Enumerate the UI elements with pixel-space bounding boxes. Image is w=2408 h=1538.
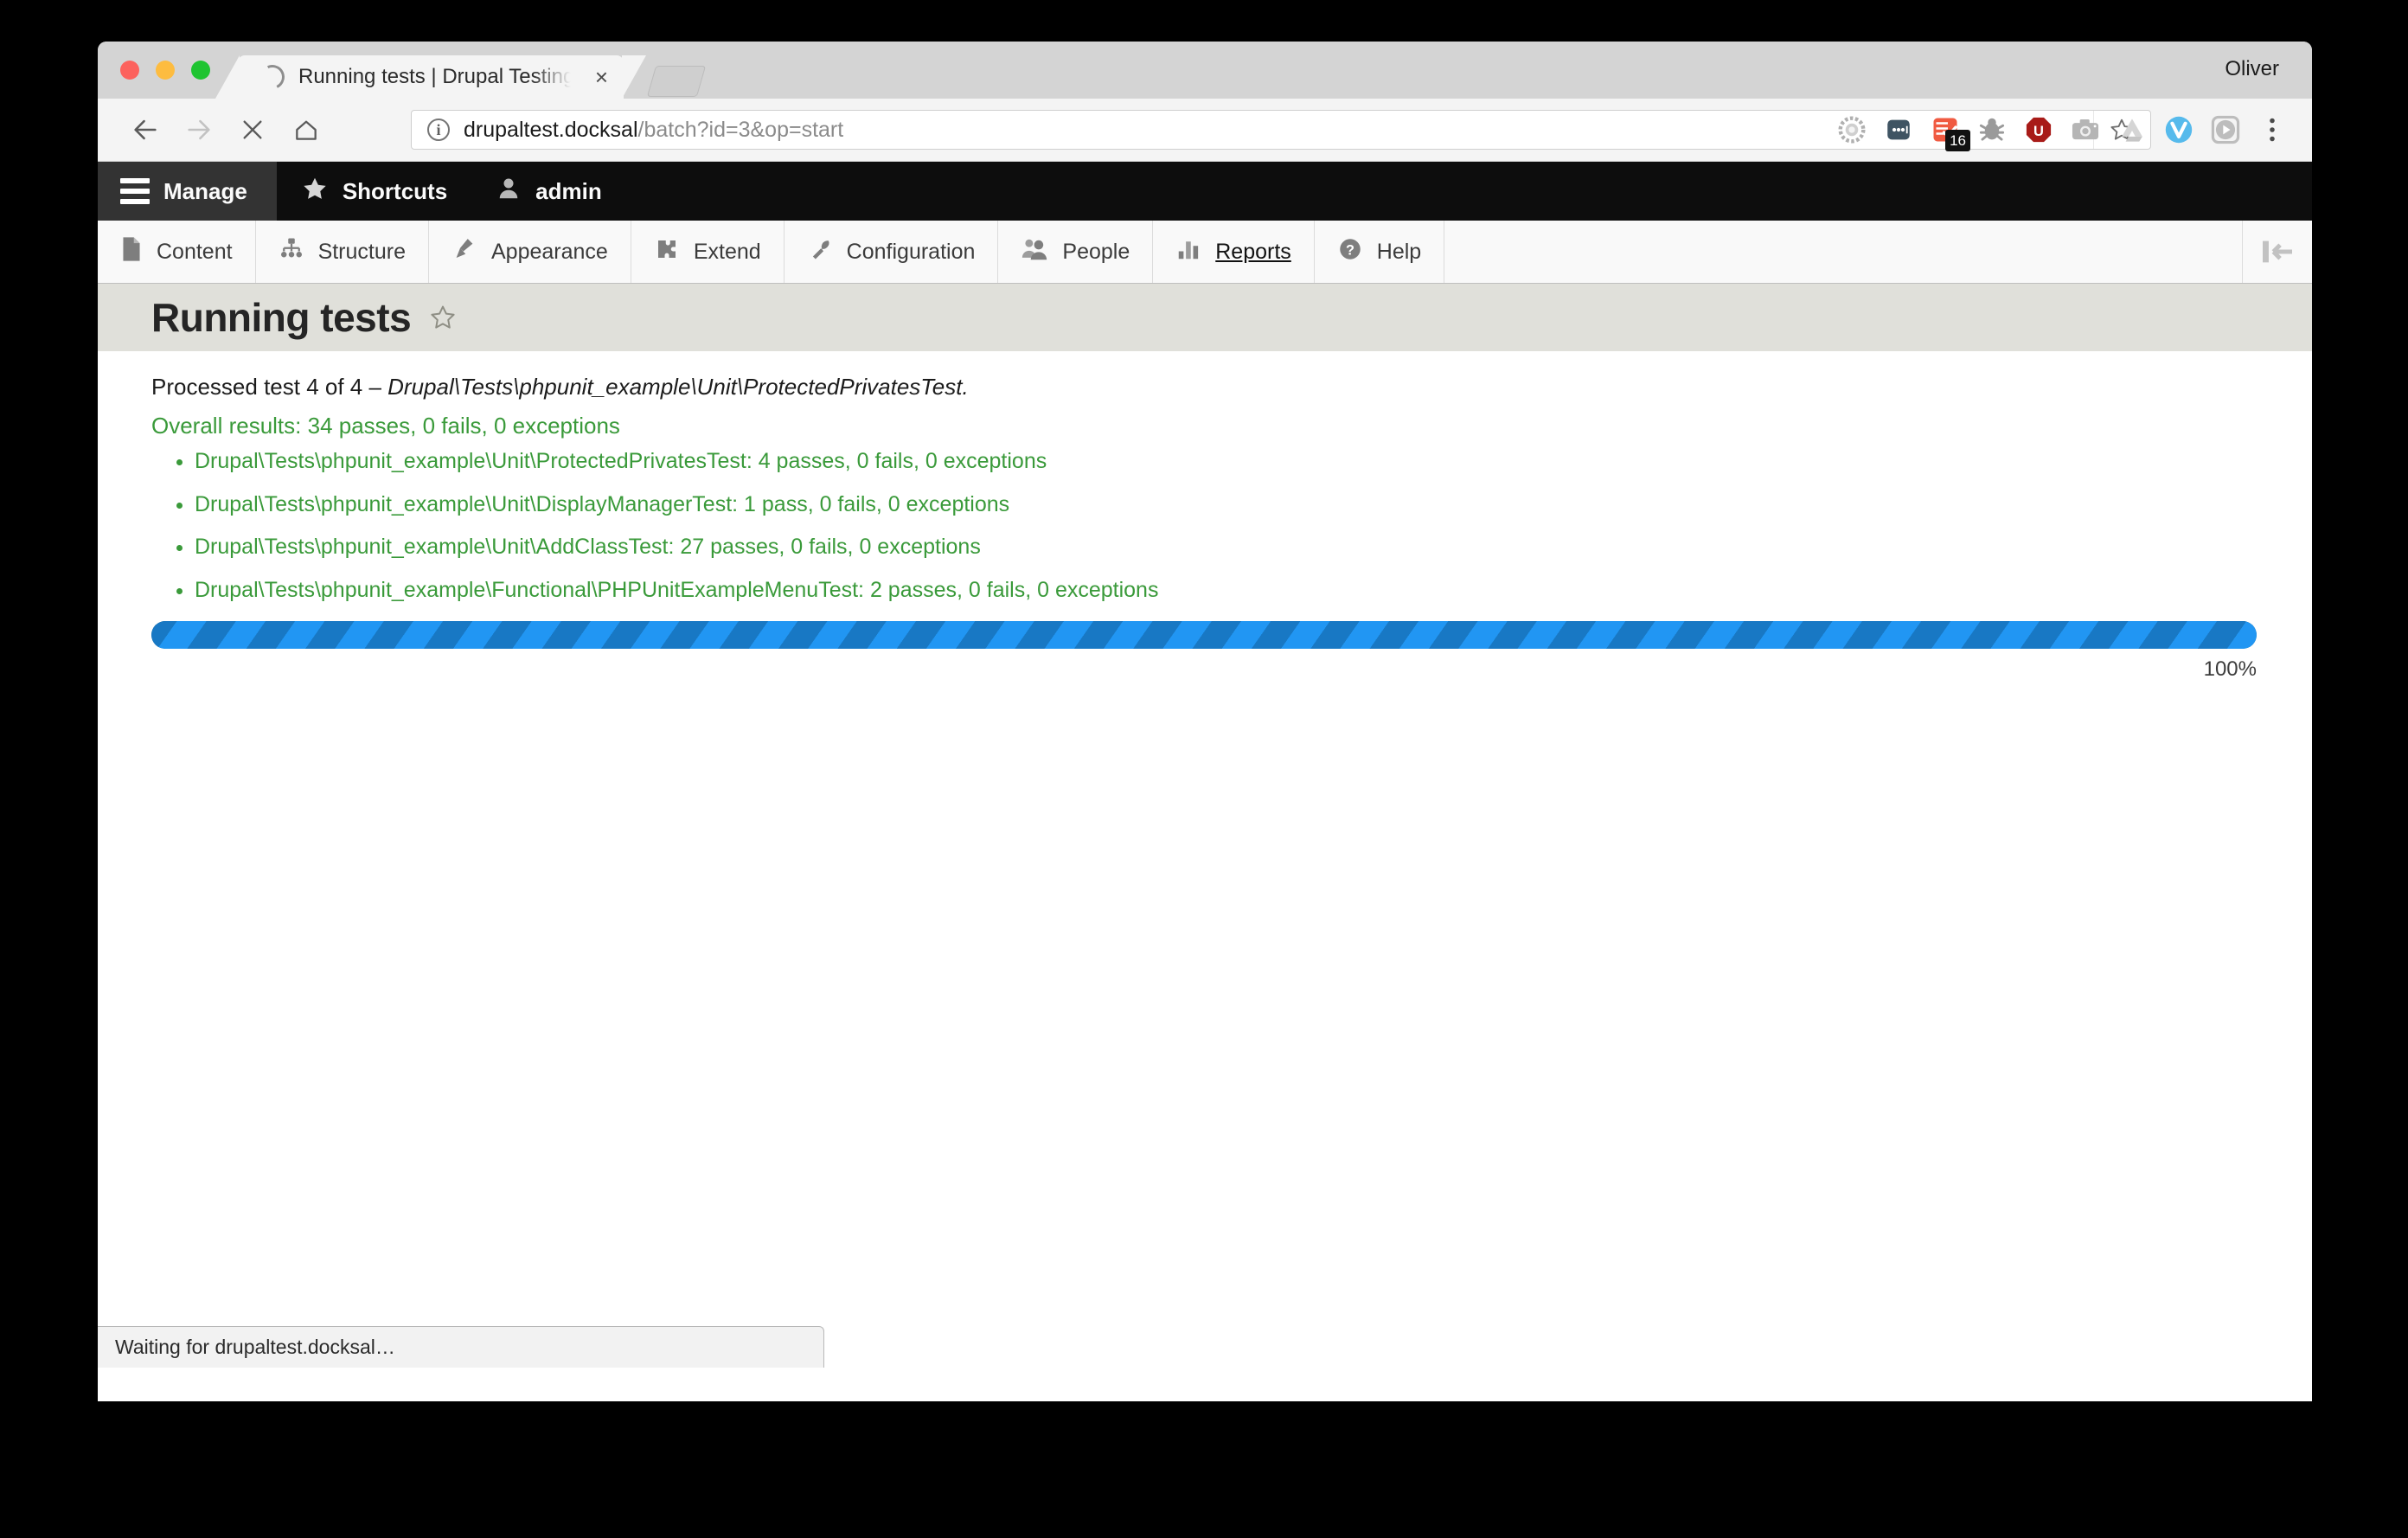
svg-text:U: U — [2033, 124, 2044, 139]
list-item: Drupal\Tests\phpunit_example\Functional\… — [195, 578, 2258, 603]
toolbar-item-account[interactable]: admin — [471, 162, 626, 221]
browser-toolbar: i drupaltest.docksal/batch?id=3&op=start… — [98, 99, 2312, 162]
list-item: Drupal\Tests\phpunit_example\Unit\Displa… — [195, 492, 2258, 517]
menu-item-configuration[interactable]: Configuration — [785, 221, 999, 283]
toolbar-shortcuts-label: Shortcuts — [342, 177, 448, 204]
forward-arrow-icon — [172, 103, 226, 157]
toolbar-account-label: admin — [535, 177, 602, 204]
user-icon — [496, 175, 522, 208]
configuration-wrench-icon — [807, 236, 833, 268]
dots-extension-icon[interactable] — [1880, 111, 1918, 149]
gear-extension-icon[interactable] — [1833, 111, 1871, 149]
address-bar-path: /batch?id=3&op=start — [637, 117, 844, 142]
window-controls — [120, 61, 210, 80]
menu-item-extend-label: Extend — [693, 239, 761, 264]
play-extension-icon[interactable] — [2206, 111, 2245, 149]
progress-bar: 100% — [151, 621, 2257, 682]
menu-item-structure-label: Structure — [317, 239, 406, 264]
appearance-brush-icon — [452, 236, 477, 268]
browser-window: Running tests | Drupal Testing × Oliver … — [98, 42, 2312, 1401]
page-title: Running tests — [151, 295, 412, 340]
back-arrow-icon[interactable] — [118, 103, 172, 157]
new-tab-button[interactable] — [646, 66, 707, 97]
processed-test-class: Drupal\Tests\phpunit_example\Unit\Protec… — [387, 374, 969, 400]
close-window-button[interactable] — [120, 61, 139, 80]
extension-toolbar: 16 U — [1833, 99, 2291, 161]
browser-tab-active[interactable]: Running tests | Drupal Testing × — [215, 55, 646, 99]
v-extension-icon[interactable] — [2160, 111, 2198, 149]
overall-results: Overall results: 34 passes, 0 fails, 0 e… — [151, 413, 620, 439]
bug-extension-icon[interactable] — [1973, 111, 2011, 149]
list-item: Drupal\Tests\phpunit_example\Unit\AddCla… — [195, 535, 2258, 560]
progress-bar-fill — [151, 621, 2257, 649]
reports-bars-icon — [1175, 236, 1201, 268]
menu-item-help[interactable]: ? Help — [1315, 221, 1445, 283]
camera-extension-icon[interactable] — [2066, 111, 2104, 149]
browser-profile-name[interactable]: Oliver — [2225, 57, 2279, 81]
ublock-extension-icon[interactable]: U — [2020, 111, 2058, 149]
stop-x-icon[interactable] — [226, 103, 279, 157]
toolbar-item-manage[interactable]: Manage — [98, 162, 277, 221]
processed-test-status: Processed test 4 of 4 – Drupal\Tests\php… — [151, 374, 2258, 401]
chrome-menu-icon[interactable] — [2253, 111, 2291, 149]
menu-item-extend[interactable]: Extend — [631, 221, 785, 283]
menu-item-content[interactable]: Content — [98, 221, 256, 283]
drupal-admin-toolbar: Manage Shortcuts admin — [98, 162, 2312, 221]
menu-item-appearance[interactable]: Appearance — [429, 221, 631, 283]
test-results-list: Drupal\Tests\phpunit_example\Unit\Protec… — [158, 449, 2258, 603]
home-icon[interactable] — [279, 103, 333, 157]
list-item: Drupal\Tests\phpunit_example\Unit\Protec… — [195, 449, 2258, 474]
browser-status-bubble: Waiting for drupaltest.docksal… — [98, 1326, 824, 1368]
toolbar-manage-label: Manage — [163, 177, 247, 204]
menu-item-reports[interactable]: Reports — [1153, 221, 1315, 283]
progress-percent-label: 100% — [2203, 657, 2257, 681]
extend-puzzle-icon — [654, 236, 680, 268]
info-circle-icon[interactable]: i — [427, 119, 450, 141]
toolbar-item-shortcuts[interactable]: Shortcuts — [277, 162, 471, 221]
address-bar-url: drupaltest.docksal/batch?id=3&op=start — [464, 118, 843, 143]
navigation-buttons — [118, 99, 333, 161]
content-page-icon — [120, 236, 143, 268]
menu-item-appearance-label: Appearance — [491, 239, 608, 264]
menu-item-people[interactable]: People — [998, 221, 1154, 283]
svg-text:?: ? — [1346, 242, 1354, 258]
page-content: Processed test 4 of 4 – Drupal\Tests\php… — [98, 351, 2312, 1368]
checklist-extension-icon[interactable]: 16 — [1926, 111, 1970, 151]
page-star-outline-icon[interactable] — [428, 303, 458, 332]
address-bar-host: drupaltest.docksal — [464, 117, 638, 142]
menu-item-structure[interactable]: Structure — [256, 221, 429, 283]
people-users-icon — [1021, 236, 1048, 268]
star-icon — [301, 175, 329, 208]
checklist-extension-badge: 16 — [1945, 130, 1970, 151]
menu-item-content-label: Content — [157, 239, 233, 264]
close-tab-icon[interactable]: × — [595, 66, 608, 88]
browser-tab-strip: Running tests | Drupal Testing × Oliver — [98, 42, 2312, 99]
maximize-window-button[interactable] — [191, 61, 210, 80]
drupal-secondary-menu: Content Structure Appearance Extend Conf — [98, 221, 2312, 284]
menu-item-reports-label: Reports — [1215, 239, 1291, 264]
menu-item-people-label: People — [1062, 239, 1130, 264]
collapse-toolbar-icon[interactable] — [2243, 221, 2312, 283]
menu-item-help-label: Help — [1376, 239, 1422, 264]
drive-extension-icon[interactable] — [2113, 111, 2151, 149]
progress-bar-track — [151, 621, 2257, 649]
page-header: Running tests — [98, 284, 2312, 351]
browser-tab-title: Running tests | Drupal Testing — [298, 65, 571, 88]
menu-item-configuration-label: Configuration — [846, 239, 976, 264]
structure-tree-icon — [279, 236, 304, 268]
processed-test-prefix: Processed test 4 of 4 – — [151, 374, 388, 400]
loading-spinner-icon — [257, 61, 288, 93]
hamburger-menu-icon — [120, 178, 150, 204]
menu-spacer — [1444, 221, 2243, 283]
help-question-icon: ? — [1337, 236, 1363, 268]
minimize-window-button[interactable] — [156, 61, 175, 80]
